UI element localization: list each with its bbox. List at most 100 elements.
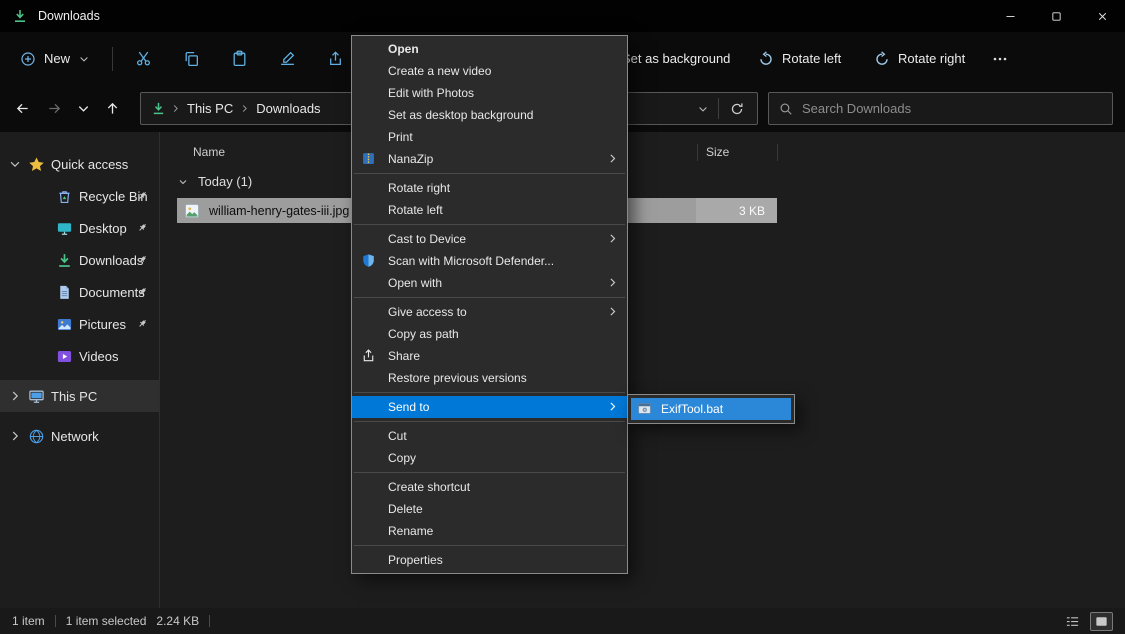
pin-icon <box>136 317 149 330</box>
address-dropdown-button[interactable] <box>690 95 716 122</box>
menu-item-create-a-new-video[interactable]: Create a new video <box>352 60 627 82</box>
menu-item-restore-previous-versions[interactable]: Restore previous versions <box>352 367 627 389</box>
group-label: Today (1) <box>198 174 252 189</box>
nav-forward-button[interactable] <box>38 92 70 124</box>
paste-icon <box>231 50 248 67</box>
chevron-right-icon <box>606 400 619 413</box>
menu-item-rename[interactable]: Rename <box>352 520 627 542</box>
menu-item-copy[interactable]: Copy <box>352 447 627 469</box>
sidebar-item-documents[interactable]: Documents <box>0 276 159 308</box>
back-icon <box>15 101 30 116</box>
menu-item-open[interactable]: Open <box>352 38 627 60</box>
menu-item-open-with[interactable]: Open with <box>352 272 627 294</box>
minimize-button[interactable] <box>987 0 1033 32</box>
details-view-button[interactable] <box>1061 612 1084 631</box>
sidebar-item-desktop[interactable]: Desktop <box>0 212 159 244</box>
menu-separator <box>354 392 625 393</box>
chevron-placeholder <box>8 253 22 267</box>
sidebar-item-quick-access[interactable]: Quick access <box>0 148 159 180</box>
menu-item-delete[interactable]: Delete <box>352 498 627 520</box>
refresh-button[interactable] <box>721 95 753 122</box>
new-button[interactable]: New <box>8 41 102 76</box>
chevron-placeholder <box>8 285 22 299</box>
breadcrumb: This PC Downloads <box>151 101 323 116</box>
nav-up-button[interactable] <box>96 92 128 124</box>
menu-item-nanazip[interactable]: NanaZip <box>352 148 627 170</box>
thumb-view-button[interactable] <box>1090 612 1113 631</box>
nav-buttons <box>6 92 128 124</box>
breadcrumb-item-downloads[interactable]: Downloads <box>254 101 322 116</box>
menu-item-properties[interactable]: Properties <box>352 549 627 571</box>
close-button[interactable] <box>1079 0 1125 32</box>
copy-icon <box>183 50 200 67</box>
cut-icon <box>135 50 152 67</box>
pin-icon <box>136 221 149 234</box>
column-header-size[interactable]: Size <box>706 145 729 159</box>
menu-separator <box>354 173 625 174</box>
menu-item-scan-with-microsoft-defender[interactable]: Scan with Microsoft Defender... <box>352 250 627 272</box>
sidebar-item-downloads[interactable]: Downloads <box>0 244 159 276</box>
sidebar-item-network[interactable]: Network <box>0 420 159 452</box>
group-header-today[interactable]: Today (1) <box>177 174 252 189</box>
column-divider[interactable] <box>777 144 778 161</box>
chevron-right-icon <box>8 389 22 403</box>
copy-button[interactable] <box>171 41 211 76</box>
toolbar-icon-buttons <box>123 41 355 76</box>
menu-separator <box>354 421 625 422</box>
more-options-button[interactable] <box>982 41 1018 76</box>
nanazip-icon <box>361 151 376 166</box>
menu-item-share[interactable]: Share <box>352 345 627 367</box>
nav-chevron-down-button[interactable] <box>70 92 96 124</box>
share-icon <box>361 348 376 363</box>
menu-item-print[interactable]: Print <box>352 126 627 148</box>
menu-item-cut[interactable]: Cut <box>352 425 627 447</box>
cut-button[interactable] <box>123 41 163 76</box>
menu-item-create-shortcut[interactable]: Create shortcut <box>352 476 627 498</box>
search-input[interactable] <box>802 101 1102 116</box>
menu-item-cast-to-device[interactable]: Cast to Device <box>352 228 627 250</box>
chevron-down-icon <box>8 157 22 171</box>
maximize-button[interactable] <box>1033 0 1079 32</box>
send-to-submenu: ExifTool.bat <box>627 394 795 424</box>
photo-file-icon <box>183 202 201 220</box>
column-divider[interactable] <box>697 144 698 161</box>
chevron-right-icon <box>239 103 250 114</box>
rotate-left-button[interactable]: Rotate left <box>748 41 851 76</box>
menu-item-copy-as-path[interactable]: Copy as path <box>352 323 627 345</box>
sidebar-item-videos[interactable]: Videos <box>0 340 159 372</box>
nav-back-button[interactable] <box>6 92 38 124</box>
status-bar: 1 item 1 item selected 2.24 KB <box>0 608 1125 634</box>
sidebar-item-recycle-bin[interactable]: Recycle Bin <box>0 180 159 212</box>
menu-item-give-access-to[interactable]: Give access to <box>352 301 627 323</box>
menu-item-edit-with-photos[interactable]: Edit with Photos <box>352 82 627 104</box>
share-button[interactable] <box>315 41 355 76</box>
status-divider <box>55 615 56 627</box>
rotate-right-button[interactable]: Rotate right <box>864 41 975 76</box>
menu-item-rotate-left[interactable]: Rotate left <box>352 199 627 221</box>
set-as-background-label: Set as background <box>622 51 730 66</box>
sidebar-item-this-pc[interactable]: This PC <box>0 380 159 412</box>
ellipsis-icon <box>992 51 1008 67</box>
menu-item-send-to[interactable]: Send to <box>352 396 627 418</box>
menu-separator <box>354 297 625 298</box>
column-header-name[interactable]: Name <box>193 145 225 159</box>
menu-separator <box>354 545 625 546</box>
rotate-left-label: Rotate left <box>782 51 841 66</box>
sidebar-gap <box>0 412 159 420</box>
status-divider <box>209 615 210 627</box>
paste-button[interactable] <box>219 41 259 76</box>
breadcrumb-item-this-pc[interactable]: This PC <box>185 101 235 116</box>
minimize-icon <box>1004 10 1017 23</box>
forward-icon <box>47 101 62 116</box>
downloads-icon <box>151 101 166 116</box>
titlebar: Downloads <box>0 0 1125 32</box>
rename-button[interactable] <box>267 41 307 76</box>
menu-item-rotate-right[interactable]: Rotate right <box>352 177 627 199</box>
submenu-item-exiftool-bat[interactable]: ExifTool.bat <box>631 398 791 420</box>
pin-icon <box>136 189 149 202</box>
menu-item-set-as-desktop-background[interactable]: Set as desktop background <box>352 104 627 126</box>
download-icon <box>12 8 28 24</box>
chevron-down-icon <box>78 53 90 65</box>
chevron-right-icon <box>606 305 619 318</box>
sidebar-item-pictures[interactable]: Pictures <box>0 308 159 340</box>
